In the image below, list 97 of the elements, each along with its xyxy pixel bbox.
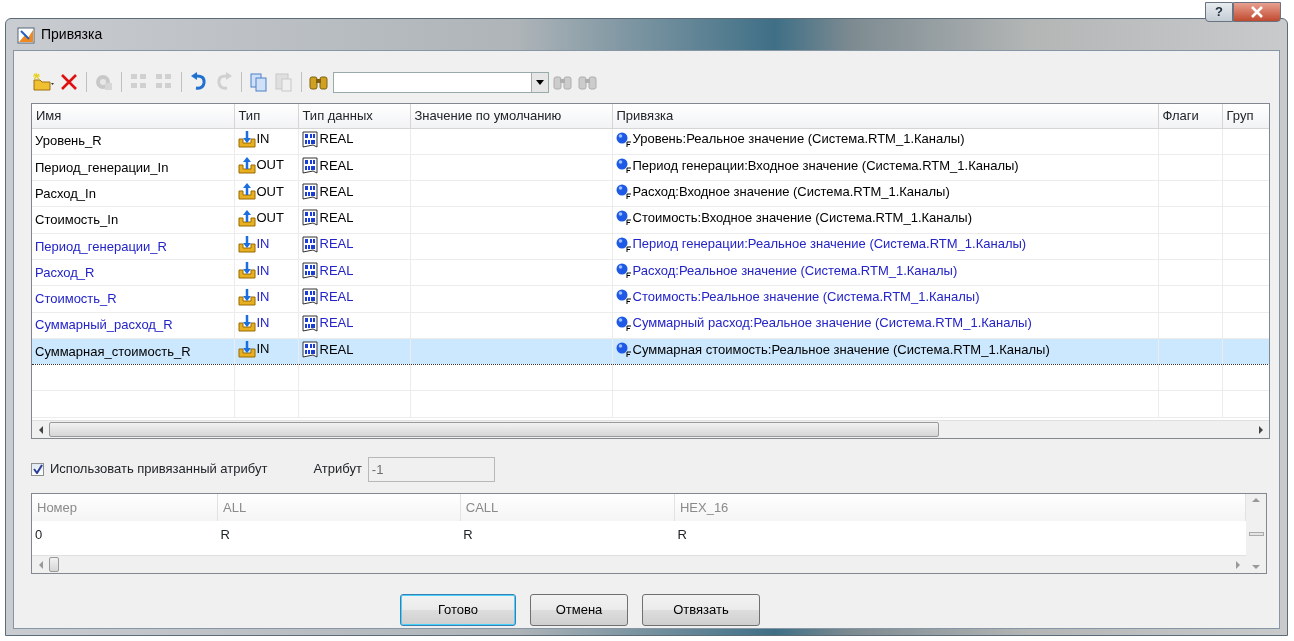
table-cell-text: IN	[256, 314, 270, 333]
scroll-left-icon[interactable]	[37, 425, 44, 434]
scroll-thumb[interactable]	[49, 557, 59, 572]
horizontal-scrollbar[interactable]	[32, 555, 1246, 573]
close-button[interactable]	[1233, 2, 1281, 22]
table-cell-text: IN	[256, 261, 270, 280]
data-type-icon	[301, 262, 319, 279]
table-cell-text: REAL	[319, 130, 354, 149]
input-arrow-icon	[237, 313, 256, 332]
close-icon[interactable]	[1250, 6, 1264, 18]
table-cell: R	[460, 521, 675, 548]
scroll-down-icon[interactable]	[1252, 564, 1260, 570]
table-cell-text: Суммарный расход:Реальное значение (Система.RTM_1.Каналы)	[632, 314, 1032, 333]
table-cell: Стоимость_In	[32, 206, 234, 234]
column-header[interactable]: Флаги	[1158, 104, 1222, 128]
table-cell-text: IN	[256, 287, 270, 306]
table-cell: Стоимость_R	[32, 285, 234, 313]
table-cell: R	[217, 521, 461, 548]
output-arrow-icon	[237, 208, 256, 227]
column-header[interactable]: Тип данных	[298, 104, 410, 128]
input-arrow-icon	[237, 287, 256, 306]
table-cell-text: REAL	[319, 209, 354, 228]
data-type-icon	[301, 314, 319, 332]
table-cell: Суммарная_стоимость_R	[32, 338, 234, 365]
ball-icon	[615, 209, 632, 227]
table-cell-text: REAL	[319, 235, 354, 254]
column-header[interactable]: Груп	[1222, 104, 1269, 128]
table-cell-text: IN	[256, 130, 270, 148]
ball-icon	[615, 235, 632, 253]
table-cell-text: IN	[256, 340, 270, 359]
ball-icon	[615, 314, 632, 332]
table-cell-text: REAL	[319, 182, 354, 201]
table-cell: Расход_R	[32, 259, 234, 286]
dialog-button[interactable]: Готово	[400, 594, 516, 626]
scroll-thumb[interactable]	[49, 422, 939, 437]
table-cell-text: Расход:Входное значение (Система.RTM_1.Каналы)	[632, 182, 950, 201]
table-cell: Период_генерации_In	[32, 154, 234, 181]
ball-icon	[615, 130, 632, 148]
dialog-button[interactable]: Отвязать	[642, 594, 760, 626]
checkbox[interactable]	[31, 462, 44, 476]
data-type-icon	[301, 156, 319, 174]
data-type-icon	[301, 235, 319, 253]
input-arrow-icon	[237, 234, 256, 253]
scroll-thumb[interactable]	[1248, 531, 1264, 536]
table-cell: Период_генерации_R	[32, 233, 234, 260]
ball-icon	[615, 156, 632, 174]
ball-icon	[615, 183, 632, 201]
column-header[interactable]: Тип	[234, 104, 298, 128]
ball-icon	[615, 288, 632, 306]
app-icon	[17, 25, 35, 44]
table-cell-text: REAL	[319, 261, 354, 280]
window-title: Привязка	[41, 25, 103, 44]
scroll-up-icon[interactable]	[1252, 497, 1260, 503]
table-cell-text: OUT	[256, 182, 284, 201]
column-header[interactable]: Привязка	[612, 104, 1158, 128]
data-type-icon	[301, 130, 319, 148]
horizontal-scrollbar[interactable]	[32, 420, 1269, 438]
input-arrow-icon	[237, 261, 256, 280]
ball-icon	[615, 262, 632, 279]
ball-icon	[615, 340, 632, 358]
table-cell-text: REAL	[319, 340, 354, 359]
table-cell-text: OUT	[256, 156, 284, 175]
table-cell: R	[674, 521, 1246, 548]
output-arrow-icon	[237, 156, 256, 175]
table-cell: Суммарный_расход_R	[32, 312, 234, 339]
copy-icon[interactable]	[248, 71, 270, 93]
column-header[interactable]: Имя	[32, 104, 234, 128]
dropdown-arrow-icon[interactable]	[536, 79, 544, 85]
help-button[interactable]: ?	[1205, 2, 1233, 22]
table-cell-text: REAL	[319, 156, 354, 175]
scroll-right-icon[interactable]	[1257, 425, 1264, 434]
table-cell: Расход_In	[32, 180, 234, 207]
table-cell: 0	[32, 521, 218, 548]
table-cell: Уровень_R	[32, 128, 234, 155]
table-cell-text: Период генерации:Входное значение (Система.RTM_1.Каналы)	[632, 156, 1019, 175]
input-arrow-icon	[237, 340, 256, 359]
column-header[interactable]: Значение по умолчанию	[410, 104, 612, 128]
output-arrow-icon	[237, 182, 256, 201]
table-cell-text: REAL	[319, 288, 354, 307]
table-cell-text: REAL	[319, 314, 354, 333]
table-cell-text: Суммарная стоимость:Реальное значение (Система.RTM_1.Каналы)	[632, 340, 1050, 359]
table-cell-text: IN	[256, 235, 270, 254]
input-arrow-icon	[237, 129, 256, 148]
new-folder-icon[interactable]	[31, 71, 55, 93]
table-cell-text: Стоимость:Реальное значение (Система.RTM_1.Каналы)	[632, 288, 980, 307]
table-cell-text: Уровень:Реальное значение (Система.RTM_1.Каналы)	[632, 130, 965, 149]
table-cell-text: Расход:Реальное значение (Система.RTM_1.Каналы)	[632, 261, 958, 280]
vertical-scrollbar[interactable]	[1246, 494, 1266, 573]
data-type-icon	[301, 288, 319, 306]
table-cell-text: Период генерации:Реальное значение (Система.RTM_1.Каналы)	[632, 235, 1027, 254]
data-type-icon	[301, 209, 319, 227]
attribute-label: Атрибут	[313, 460, 362, 479]
data-type-icon	[301, 183, 319, 201]
dialog-button[interactable]: Отмена	[530, 594, 628, 626]
table-cell-text: Стоимость:Входное значение (Система.RTM_1.Каналы)	[632, 209, 972, 228]
table-cell-text: OUT	[256, 208, 284, 227]
checkbox-label: Использовать привязанный атрибут	[50, 460, 268, 479]
